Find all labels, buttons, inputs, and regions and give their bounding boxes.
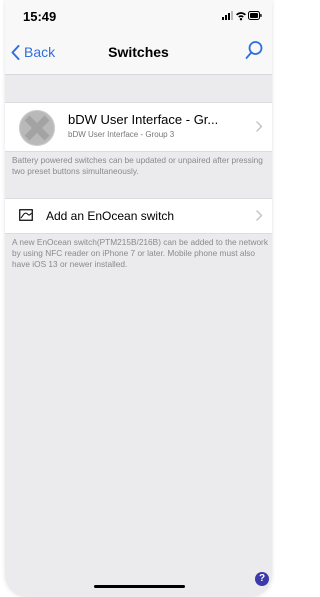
- battery-icon: [248, 11, 262, 20]
- navigation-bar: Back Switches: [5, 30, 272, 75]
- status-icons: [222, 10, 262, 21]
- status-time: 15:49: [23, 9, 57, 24]
- device-avatar: [19, 110, 55, 146]
- add-switch-note: A new EnOcean switch(PTM215B/216B) can b…: [12, 237, 268, 269]
- switch-device-icon: [19, 110, 55, 146]
- status-bar: 15:49: [5, 0, 272, 30]
- search-button[interactable]: [245, 40, 264, 65]
- add-switch-label: Add an EnOcean switch: [46, 209, 175, 223]
- content-area: bDW User Interface - Gr... bDW User Inte…: [5, 75, 272, 597]
- device-title: bDW User Interface - Gr...: [68, 112, 219, 127]
- signal-icon: [222, 11, 233, 20]
- switch-list-item[interactable]: bDW User Interface - Gr... bDW User Inte…: [5, 102, 272, 152]
- page-title: Switches: [108, 44, 169, 60]
- device-subtitle: bDW User Interface - Group 3: [68, 130, 175, 139]
- wifi-icon: [236, 12, 246, 21]
- enocean-switch-icon: [19, 209, 33, 221]
- help-button[interactable]: ?: [255, 572, 269, 586]
- search-icon: [245, 41, 263, 59]
- chevron-right-icon: [256, 210, 263, 221]
- home-indicator[interactable]: [94, 585, 185, 588]
- add-enocean-switch-button[interactable]: Add an EnOcean switch: [5, 198, 272, 234]
- device-note: Battery powered switches can be updated …: [12, 155, 263, 176]
- status-indicators: [222, 11, 262, 21]
- chevron-right-icon: [256, 121, 263, 132]
- phone-screen: 15:49 Back Switches bDW User Interface -…: [5, 0, 272, 597]
